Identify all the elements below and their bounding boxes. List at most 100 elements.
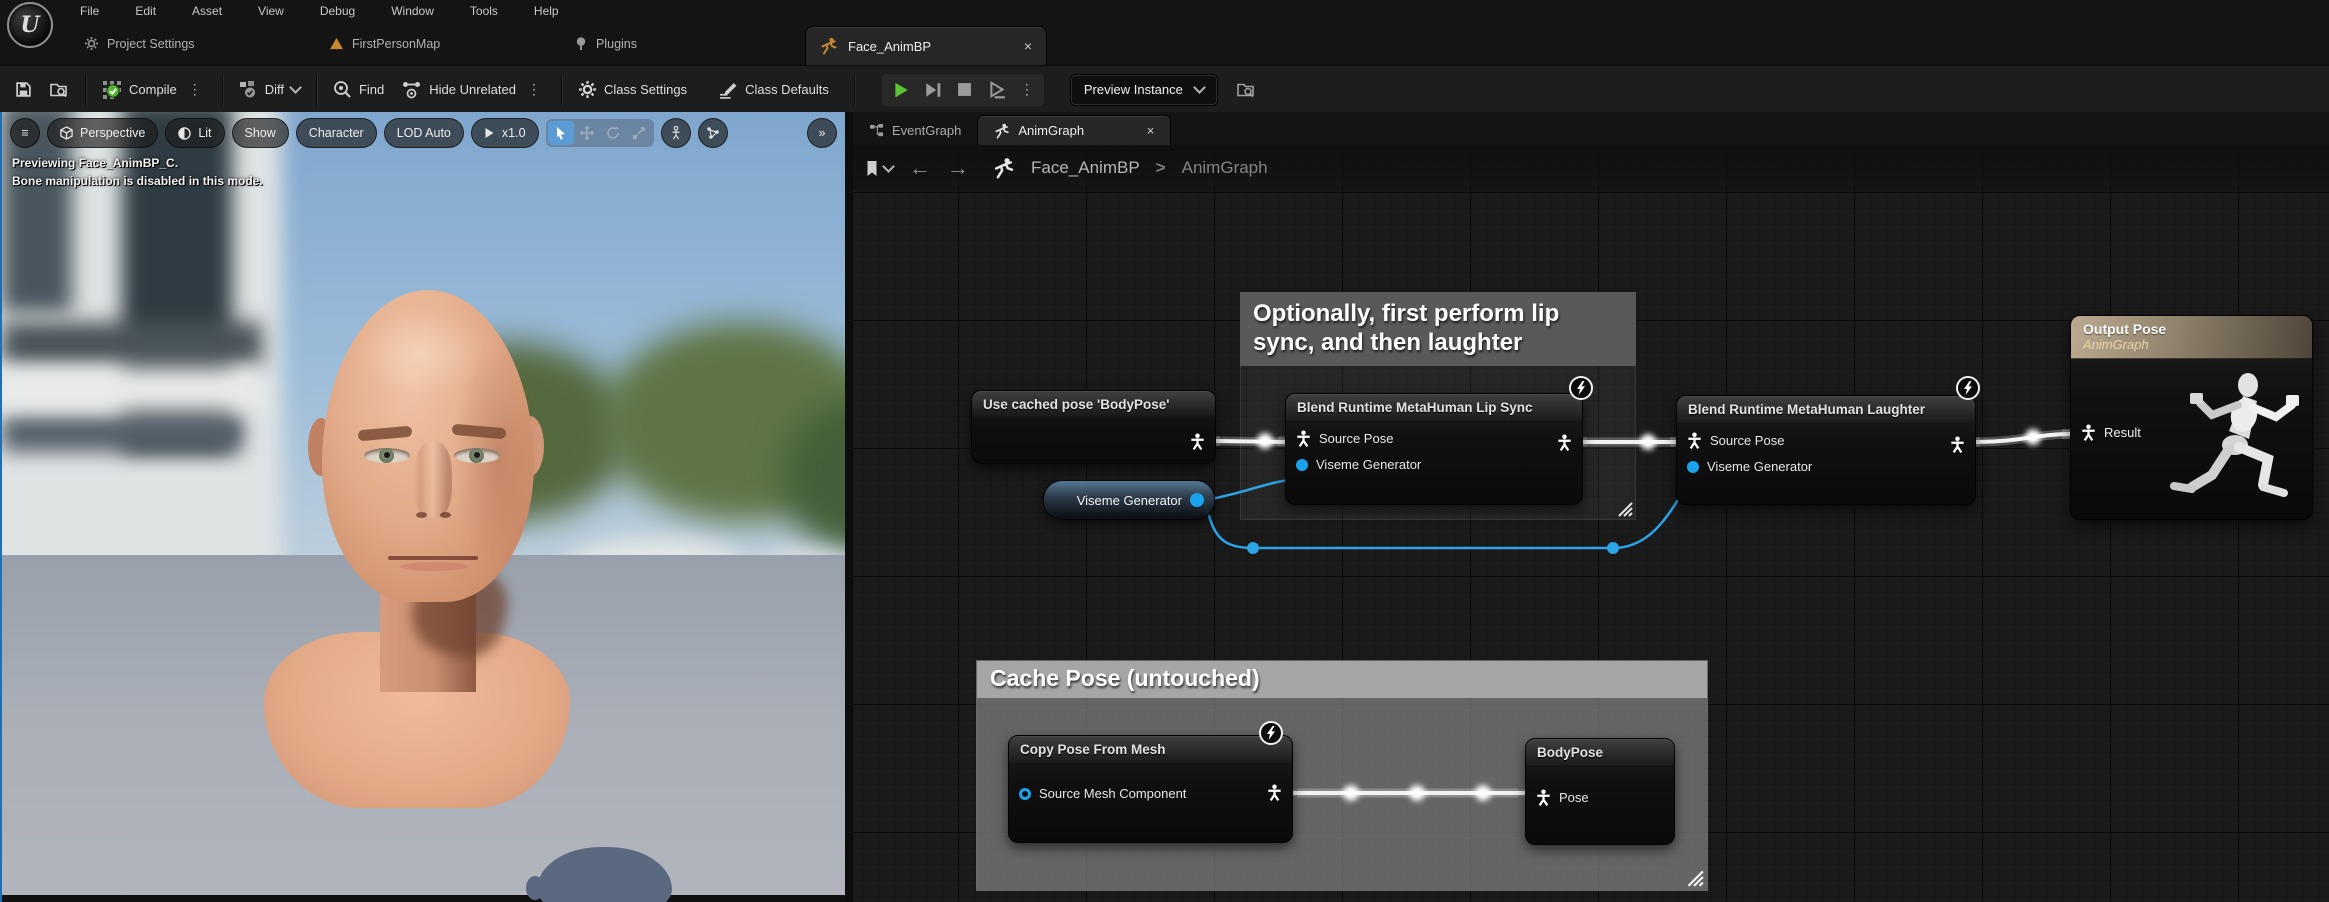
move-tool-button[interactable]: [574, 121, 600, 145]
node-title: Blend Runtime MetaHuman Lip Sync: [1286, 394, 1582, 422]
node-use-cached-pose[interactable]: Use cached pose 'BodyPose': [971, 390, 1216, 464]
simulation-controls: ⋮: [882, 74, 1044, 106]
pin-label: Source Pose: [1710, 433, 1784, 448]
lit-button[interactable]: Lit: [165, 118, 224, 148]
compile-check-icon: [102, 80, 122, 100]
menu-file[interactable]: File: [80, 4, 99, 18]
select-tool-button[interactable]: [548, 121, 574, 145]
bookmark-icon: [865, 160, 879, 177]
class-settings-button[interactable]: Class Settings: [569, 66, 696, 113]
sim-options-kebab-icon[interactable]: ⋮: [1016, 81, 1038, 98]
hide-unrelated-button[interactable]: Hide Unrelated ⋮: [393, 66, 554, 113]
close-icon[interactable]: ×: [1147, 123, 1155, 138]
compile-options-kebab-icon[interactable]: ⋮: [184, 81, 206, 98]
attach-graph-button[interactable]: [698, 118, 728, 148]
menu-tools[interactable]: Tools: [470, 4, 498, 18]
menu-edit[interactable]: Edit: [135, 4, 156, 18]
lod-button[interactable]: LOD Auto: [384, 118, 464, 148]
result-pin-row[interactable]: Result: [2081, 424, 2141, 441]
tab-project-settings[interactable]: Project Settings: [84, 22, 195, 65]
tab-firstpersonmap[interactable]: FirstPersonMap: [329, 22, 440, 65]
menu-window[interactable]: Window: [391, 4, 434, 18]
viseme-pin-icon: [1296, 459, 1308, 471]
graph-canvas[interactable]: ← → Face_AnimBP > AnimGraph Optionally, …: [853, 145, 2329, 902]
node-blend-laughter[interactable]: Blend Runtime MetaHuman Laughter Source …: [1676, 395, 1976, 505]
viseme-generator-pin-row[interactable]: Viseme Generator: [1677, 451, 1975, 476]
close-icon[interactable]: ×: [1024, 38, 1032, 54]
menu-view[interactable]: View: [258, 4, 284, 18]
fast-path-bolt-icon: [1956, 376, 1980, 400]
resize-grip-icon[interactable]: [1615, 499, 1633, 517]
source-pose-pin-row[interactable]: Source Pose: [1677, 424, 1975, 451]
pose-output-pin[interactable]: [1557, 434, 1572, 451]
pose-pin-row[interactable]: Pose: [1526, 767, 1674, 808]
pose-output-pin[interactable]: [1190, 433, 1205, 450]
menu-debug[interactable]: Debug: [320, 4, 355, 18]
node-output-pose[interactable]: Output Pose AnimGraph Result: [2070, 315, 2313, 520]
perspective-button[interactable]: Perspective: [47, 118, 158, 148]
find-button[interactable]: Find: [324, 66, 393, 113]
pose-output-pin[interactable]: [1950, 436, 1965, 453]
comment-title[interactable]: Cache Pose (untouched): [977, 661, 1707, 698]
menu-help[interactable]: Help: [534, 4, 559, 18]
gear-icon: [578, 80, 597, 99]
toolbar-separator: [222, 74, 223, 106]
character-button[interactable]: Character: [296, 118, 377, 148]
node-viseme-generator-variable[interactable]: Viseme Generator: [1043, 480, 1215, 520]
lit-sphere-icon: [178, 127, 191, 140]
hide-unrelated-kebab-icon[interactable]: ⋮: [523, 81, 545, 98]
compile-button[interactable]: Compile ⋮: [93, 66, 215, 113]
debug-browse-button[interactable]: [1228, 66, 1265, 113]
preview-instance-dropdown[interactable]: Preview Instance: [1070, 74, 1218, 106]
bookmarks-button[interactable]: [865, 160, 893, 177]
expand-toolbar-button[interactable]: »: [807, 118, 837, 148]
forehead-highlight: [358, 310, 488, 396]
stop-button[interactable]: [952, 77, 978, 103]
forward-button[interactable]: →: [947, 157, 969, 179]
node-copy-pose-from-mesh[interactable]: Copy Pose From Mesh Source Mesh Componen…: [1008, 735, 1293, 843]
play-to-button[interactable]: [984, 77, 1010, 103]
viseme-output-pin[interactable]: [1190, 493, 1204, 507]
rotate-tool-button[interactable]: [600, 121, 626, 145]
source-mesh-pin-row[interactable]: Source Mesh Component: [1009, 764, 1292, 803]
play-button[interactable]: [888, 77, 914, 103]
resize-grip-icon[interactable]: [1684, 867, 1704, 887]
diff-button[interactable]: Diff: [230, 66, 309, 113]
move-icon: [580, 126, 594, 140]
preview-mesh-button[interactable]: [661, 118, 691, 148]
viewport-menu-button[interactable]: ≡: [10, 118, 40, 148]
show-button[interactable]: Show: [232, 118, 289, 148]
back-button[interactable]: ←: [909, 157, 931, 179]
save-button[interactable]: [6, 66, 41, 113]
breadcrumb-root[interactable]: Face_AnimBP: [1031, 158, 1140, 178]
overlay-line-1: Previewing Face_AnimBP_C.: [12, 154, 263, 172]
scale-tool-button[interactable]: [626, 121, 652, 145]
pose-output-pin[interactable]: [1267, 784, 1282, 801]
cursor-icon: [555, 126, 567, 140]
node-title: Use cached pose 'BodyPose': [972, 391, 1215, 419]
node-blend-lip-sync[interactable]: Blend Runtime MetaHuman Lip Sync Source …: [1285, 393, 1583, 505]
playback-speed-button[interactable]: x1.0: [471, 118, 539, 148]
menu-asset[interactable]: Asset: [192, 4, 222, 18]
tab-face-animbp[interactable]: Face_AnimBP ×: [805, 26, 1047, 65]
class-defaults-button[interactable]: Class Defaults: [710, 66, 838, 113]
comment-title[interactable]: Optionally, first perform lip sync, and …: [1240, 292, 1636, 366]
preview-viewport[interactable]: ≡ Perspective Lit Show Character: [0, 112, 845, 902]
chevron-down-icon: [1193, 81, 1206, 94]
panel-divider[interactable]: [845, 112, 853, 902]
frame-skip-button[interactable]: [920, 77, 946, 103]
viseme-generator-pin-row[interactable]: Viseme Generator: [1286, 449, 1582, 474]
lit-label: Lit: [198, 126, 211, 140]
unreal-logo-icon[interactable]: U: [7, 2, 53, 48]
animbp-runner-icon: [820, 37, 838, 55]
source-pose-pin-row[interactable]: Source Pose: [1286, 422, 1582, 449]
tab-eventgraph[interactable]: EventGraph: [853, 116, 977, 145]
tab-animgraph[interactable]: AnimGraph ×: [977, 115, 1171, 145]
browse-asset-button[interactable]: [41, 66, 78, 113]
preview-instance-label: Preview Instance: [1084, 82, 1183, 97]
toolbar-separator: [561, 74, 562, 106]
plugin-icon: [574, 36, 588, 51]
node-body-pose-cache[interactable]: BodyPose Pose: [1525, 738, 1675, 845]
tab-plugins[interactable]: Plugins: [574, 22, 637, 65]
nostril: [440, 512, 451, 518]
